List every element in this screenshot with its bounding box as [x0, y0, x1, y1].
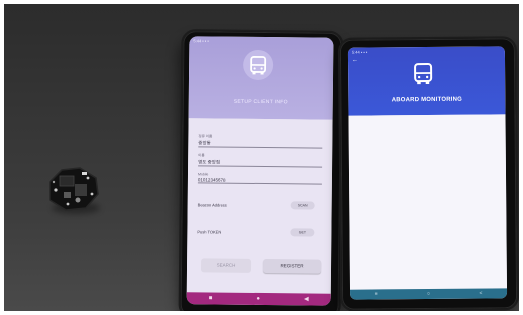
- circuit-board: [49, 167, 99, 211]
- push-token-label: Push TOKEN: [197, 229, 222, 235]
- navigation-bar: ≡ ○ <: [350, 288, 508, 300]
- name-field[interactable]: 이름 영도 중앙점: [198, 153, 323, 168]
- right-phone: 5:44 ▪ ▪ ▪ ← ABOARD MONITORING ≡ ○ <: [337, 36, 519, 311]
- field-value: 중앙동: [198, 140, 211, 146]
- app-header: 5:44 ▪ ▪ ▪ ← ABOARD MONITORING: [347, 46, 506, 116]
- field-value: 01012345678: [197, 177, 226, 183]
- register-button[interactable]: REGISTER: [262, 259, 322, 274]
- back-arrow-icon[interactable]: ←: [352, 58, 358, 64]
- recent-apps-button[interactable]: ≡: [375, 289, 378, 299]
- get-token-button[interactable]: GET: [290, 228, 315, 237]
- left-phone: 5:44 ▪ ▪ ▪ SETUP CLIENT INFO 정류 이름 중앙동 이…: [178, 29, 344, 311]
- status-bar: 5:44 ▪ ▪ ▪: [351, 49, 368, 55]
- field-value: 영도 중앙점: [198, 159, 221, 165]
- content-area: [348, 114, 508, 290]
- scan-button[interactable]: SCAN: [290, 201, 315, 210]
- beacon-address-label: Beacon Address: [197, 202, 227, 208]
- right-phone-screen: 5:44 ▪ ▪ ▪ ← ABOARD MONITORING ≡ ○ <: [347, 46, 508, 300]
- search-button[interactable]: SEARCH: [200, 258, 252, 273]
- home-button[interactable]: ●: [256, 293, 260, 305]
- bus-icon: [414, 62, 433, 85]
- navigation-bar: ■ ● ◀: [186, 292, 331, 306]
- status-bar: 5:44 ▪ ▪ ▪: [193, 38, 209, 44]
- back-button[interactable]: <: [479, 289, 482, 299]
- scene: 5:44 ▪ ▪ ▪ SETUP CLIENT INFO 정류 이름 중앙동 이…: [4, 4, 519, 311]
- mobile-field[interactable]: Mobile 01012345678: [197, 172, 323, 185]
- back-button[interactable]: ◀: [304, 293, 309, 305]
- app-title: ABOARD MONITORING: [391, 96, 463, 104]
- app-header: 5:44 ▪ ▪ ▪ SETUP CLIENT INFO: [188, 36, 334, 120]
- stop-name-field[interactable]: 정류 이름 중앙동: [198, 134, 323, 149]
- bus-icon: [243, 49, 274, 80]
- left-phone-screen: 5:44 ▪ ▪ ▪ SETUP CLIENT INFO 정류 이름 중앙동 이…: [186, 36, 334, 306]
- home-button[interactable]: ○: [427, 289, 430, 299]
- recent-apps-button[interactable]: ■: [209, 292, 213, 304]
- app-title: SETUP CLIENT INFO: [233, 98, 288, 106]
